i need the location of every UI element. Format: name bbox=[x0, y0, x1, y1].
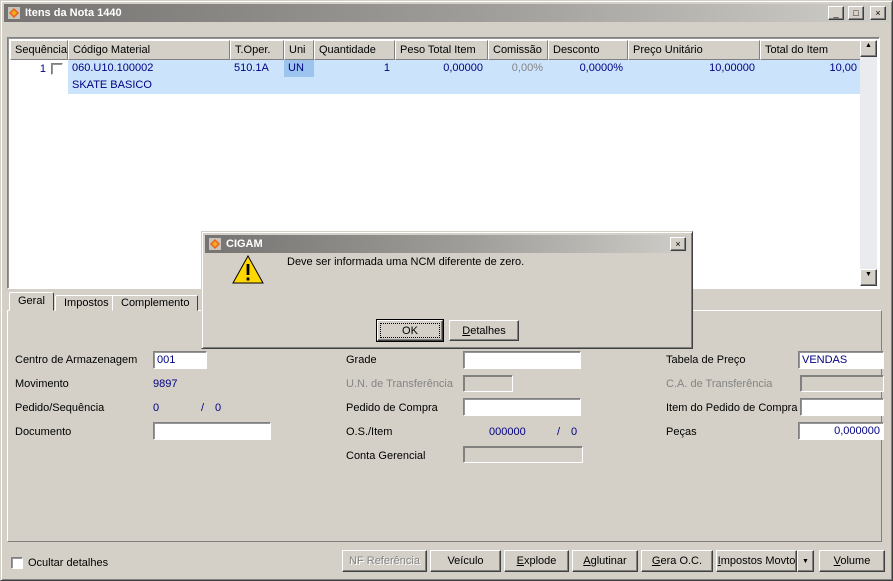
column-header-peso-total-item[interactable]: Peso Total Item bbox=[395, 40, 488, 60]
tab-geral[interactable]: Geral bbox=[9, 292, 54, 311]
cell-quantidade: 1 bbox=[314, 60, 395, 77]
conta-gerencial-label: Conta Gerencial bbox=[346, 450, 426, 462]
ocultar-detalhes-label: Ocultar detalhes bbox=[28, 557, 109, 569]
pedido-compra-input[interactable] bbox=[463, 398, 581, 416]
ok-button[interactable]: OK bbox=[377, 320, 443, 341]
volume-button[interactable]: Volume bbox=[819, 550, 885, 572]
cell-desconto: 0,0000% bbox=[548, 60, 628, 77]
tabela-preco-label: Tabela de Preço bbox=[666, 354, 746, 366]
cell-peso-total-item: 0,00000 bbox=[395, 60, 488, 77]
pedido-seq-value: 0 bbox=[215, 402, 222, 414]
column-header-toper[interactable]: T.Oper. bbox=[230, 40, 284, 60]
row-select-checkbox[interactable] bbox=[51, 62, 63, 75]
pedido-sequencia-label: Pedido/Sequência bbox=[15, 402, 105, 414]
dialog-titlebar[interactable]: CIGAM × bbox=[205, 235, 689, 253]
pecas-input[interactable] bbox=[798, 422, 884, 440]
impostos-movto-button[interactable]: Impostos Movto bbox=[716, 550, 797, 572]
movimento-label: Movimento bbox=[15, 378, 69, 390]
grade-input[interactable] bbox=[463, 351, 581, 369]
scrollbar-up-icon[interactable]: ▲ bbox=[860, 40, 877, 57]
aglutinar-button[interactable]: Aglutinar bbox=[572, 550, 638, 572]
close-button[interactable]: × bbox=[870, 6, 886, 20]
detalhes-button[interactable]: Detalhes bbox=[449, 320, 519, 341]
cell-comissao: 0,00% bbox=[488, 60, 548, 77]
column-header-codigo-material[interactable]: Código Material bbox=[68, 40, 230, 60]
veiculo-button[interactable]: Veículo bbox=[430, 550, 501, 572]
cell-sequencia: 1 bbox=[10, 60, 68, 77]
un-transferencia-label: U.N. de Transferência bbox=[346, 378, 453, 390]
window-titlebar[interactable]: Itens da Nota 1440 _ □ × bbox=[4, 4, 889, 22]
column-header-preco-unitario[interactable]: Preço Unitário bbox=[628, 40, 760, 60]
tab-impostos[interactable]: Impostos bbox=[55, 295, 118, 311]
dialog-close-button[interactable]: × bbox=[670, 237, 686, 251]
conta-gerencial-field bbox=[463, 446, 583, 463]
movimento-value: 9897 bbox=[153, 378, 178, 390]
column-header-total-do-item[interactable]: Total do Item bbox=[760, 40, 862, 60]
nf-referencia-button[interactable]: NF Referência bbox=[342, 550, 427, 572]
cell-uni: UN bbox=[284, 60, 314, 77]
window-title: Itens da Nota 1440 bbox=[25, 7, 122, 19]
column-header-desconto[interactable]: Desconto bbox=[548, 40, 628, 60]
os-seq-value: 0 bbox=[571, 426, 578, 438]
app-icon bbox=[7, 6, 21, 20]
scrollbar-down-icon[interactable]: ▼ bbox=[860, 269, 877, 286]
cell-toper: 510.1A bbox=[230, 60, 284, 77]
os-value: 000000 bbox=[489, 426, 526, 438]
pedido-compra-label: Pedido de Compra bbox=[346, 402, 438, 414]
tab-complemento[interactable]: Complemento bbox=[112, 295, 199, 311]
cell-total-do-item: 10,00 bbox=[760, 60, 860, 77]
grid-header-row: Sequência Código Material T.Oper. Uni Qu… bbox=[10, 40, 862, 60]
ca-transferencia-field bbox=[800, 375, 884, 392]
table-row[interactable]: 1 060.U10.100002 510.1A UN 1 0,00000 0,0… bbox=[10, 60, 860, 94]
un-transferencia-field bbox=[463, 375, 513, 392]
column-header-comissao[interactable]: Comissão bbox=[488, 40, 548, 60]
pedido-value: 0 bbox=[153, 402, 160, 414]
pedido-separator: / bbox=[201, 402, 205, 414]
grid-vertical-scrollbar[interactable]: ▲ ▼ bbox=[860, 40, 877, 286]
itens-da-nota-window: Itens da Nota 1440 _ □ × Sequência Códig… bbox=[0, 0, 893, 581]
dialog-message: Deve ser informada uma NCM diferente de … bbox=[287, 256, 525, 268]
cell-material-descricao: SKATE BASICO bbox=[68, 77, 230, 94]
maximize-button[interactable]: □ bbox=[848, 6, 864, 20]
column-header-quantidade[interactable]: Quantidade bbox=[314, 40, 395, 60]
column-header-uni[interactable]: Uni bbox=[284, 40, 314, 60]
item-pedido-compra-label: Item do Pedido de Compra bbox=[666, 402, 798, 414]
cell-codigo-material: 060.U10.100002 bbox=[68, 60, 230, 77]
documento-label: Documento bbox=[15, 426, 72, 438]
centro-armazenagem-input[interactable] bbox=[153, 351, 207, 369]
row-sequence-number: 1 bbox=[39, 62, 46, 75]
explode-button[interactable]: Explode bbox=[504, 550, 569, 572]
impostos-movto-dropdown-icon[interactable]: ▼ bbox=[797, 550, 814, 572]
item-pedido-compra-input[interactable] bbox=[800, 398, 884, 416]
ocultar-detalhes-checkbox[interactable] bbox=[11, 557, 23, 569]
column-header-sequencia[interactable]: Sequência bbox=[10, 40, 68, 60]
centro-armazenagem-label: Centro de Armazenagem bbox=[15, 354, 138, 366]
dialog-title: CIGAM bbox=[226, 238, 263, 250]
cell-preco-unitario: 10,00000 bbox=[628, 60, 760, 77]
warning-icon bbox=[232, 254, 264, 288]
os-separator: / bbox=[557, 426, 561, 438]
tabela-preco-input[interactable] bbox=[798, 351, 884, 369]
grade-label: Grade bbox=[346, 354, 377, 366]
documento-input[interactable] bbox=[153, 422, 271, 440]
os-item-label: O.S./Item bbox=[346, 426, 393, 438]
minimize-button[interactable]: _ bbox=[828, 6, 844, 20]
pecas-label: Peças bbox=[666, 426, 697, 438]
ca-transferencia-label: C.A. de Transferência bbox=[666, 378, 773, 390]
cigam-warning-dialog: CIGAM × Deve ser informada uma NCM difer… bbox=[201, 231, 693, 349]
gera-oc-button[interactable]: Gera O.C. bbox=[641, 550, 713, 572]
dialog-app-icon bbox=[208, 237, 222, 251]
